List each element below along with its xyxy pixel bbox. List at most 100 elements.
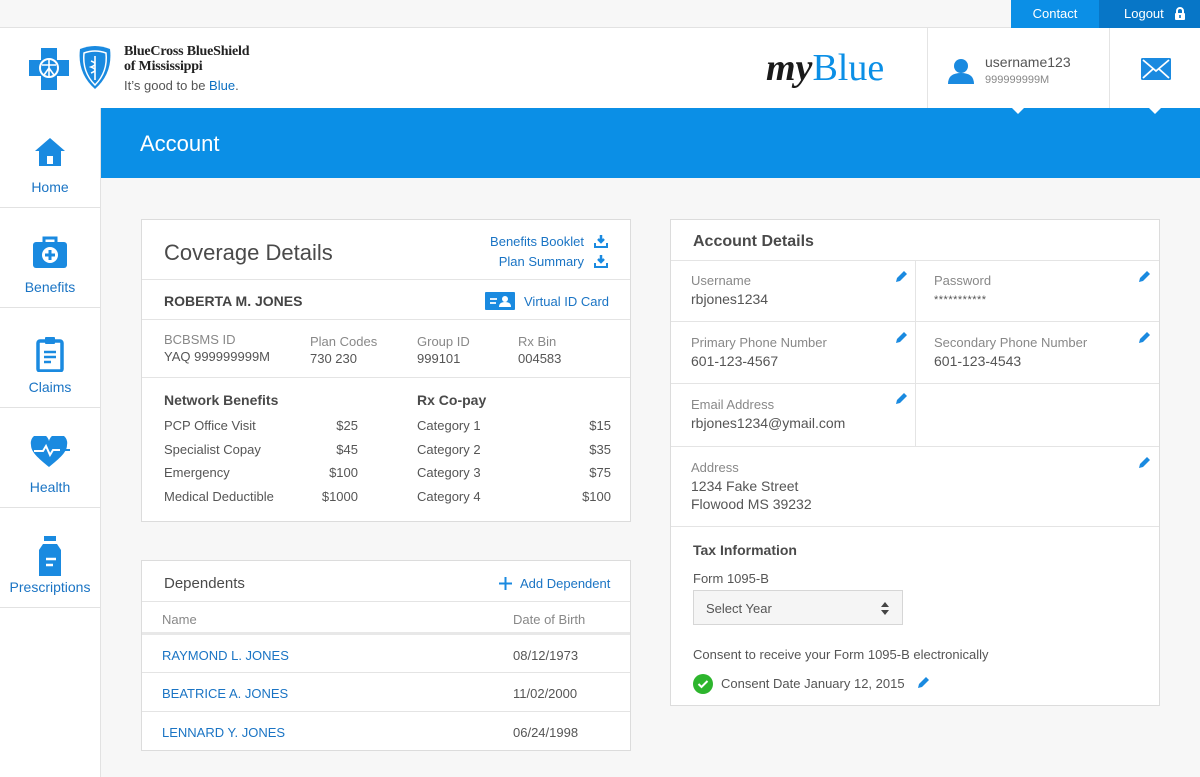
address-line1: 1234 Fake Street [691, 478, 799, 494]
consent-date: Consent Date January 12, 2015 [721, 676, 905, 691]
messages-button[interactable] [1109, 28, 1200, 108]
sort-arrows-icon [881, 602, 889, 615]
pencil-icon[interactable] [917, 676, 930, 689]
pill-bottle-icon [39, 536, 61, 576]
download-icon[interactable] [594, 255, 608, 268]
consent-text: Consent to receive your Form 1095-B elec… [693, 647, 989, 662]
blue-cross-icon [29, 48, 69, 90]
sidebar-item-label: Benefits [24, 279, 76, 295]
rx-category: Category 3 [417, 465, 481, 480]
field-value: *********** [934, 294, 987, 306]
id-value: 999101 [417, 351, 461, 366]
pencil-icon[interactable] [895, 270, 908, 283]
tax-information-section: Tax Information Form 1095-B Select Year … [671, 526, 1159, 706]
logout-button[interactable]: Logout [1099, 0, 1200, 28]
sidebar-item-home[interactable]: Home [0, 108, 100, 208]
dependents-title: Dependents [164, 575, 245, 592]
user-menu[interactable]: username123 999999999M [927, 28, 1110, 108]
sidebar-nav: Home Benefits Claims Health Prescription… [0, 108, 101, 777]
coverage-title: Coverage Details [164, 240, 333, 265]
account-details-card: Account Details Username rbjones1234 Pas… [670, 219, 1160, 706]
bcbs-logo[interactable]: BlueCross BlueShield of Mississippi It’s… [28, 44, 278, 96]
sidebar-item-prescriptions[interactable]: Prescriptions [0, 508, 100, 608]
tagline: It’s good to be Blue. [124, 78, 239, 93]
page-header-band: Account [100, 108, 1200, 178]
dependent-dob: 06/24/1998 [513, 725, 579, 740]
field-label: Primary Phone Number [691, 335, 827, 350]
column-header-name: Name [162, 612, 197, 627]
member-name: ROBERTA M. JONES [164, 293, 303, 309]
id-card-icon[interactable] [485, 292, 515, 310]
field-label: Secondary Phone Number [934, 335, 1088, 350]
dependent-name-link[interactable]: LENNARD Y. JONES [162, 725, 285, 740]
virtual-id-card-link[interactable]: Virtual ID Card [524, 294, 609, 309]
id-value: 730 230 [310, 351, 357, 366]
clipboard-icon [36, 337, 64, 372]
user-menu-pointer [1012, 108, 1024, 114]
add-dependent-button[interactable]: Add Dependent [520, 576, 610, 591]
pencil-icon[interactable] [895, 392, 908, 405]
contact-link[interactable]: Contact [1011, 0, 1099, 28]
benefit-name: PCP Office Visit [164, 418, 256, 433]
column-header-dob: Date of Birth [513, 612, 586, 627]
app-name-my: my [766, 47, 813, 89]
field-value: rbjones1234 [691, 291, 769, 307]
app-name-blue: Blue [812, 47, 885, 89]
username: username123 [985, 54, 1071, 70]
tagline-blue: Blue [209, 78, 236, 93]
year-select[interactable]: Select Year [693, 590, 903, 625]
blue-shield-icon [79, 46, 111, 89]
heartbeat-icon [30, 436, 70, 467]
field-label: Email Address [691, 397, 775, 412]
plan-summary-link[interactable]: Plan Summary [499, 254, 584, 269]
id-value: YAQ 999999999M [164, 349, 270, 364]
id-value: 004583 [518, 351, 562, 366]
id-label: BCBSMS ID [164, 332, 236, 347]
field-label: Username [691, 273, 751, 288]
form-1095b-label: Form 1095-B [693, 571, 769, 586]
dependent-name-link[interactable]: RAYMOND L. JONES [162, 648, 289, 663]
pencil-icon[interactable] [1138, 270, 1151, 283]
rx-category: Category 1 [417, 418, 481, 433]
pencil-icon[interactable] [1138, 456, 1151, 469]
myblue-logo[interactable]: myBlue [766, 46, 884, 90]
field-label: Password [934, 273, 992, 288]
brand-name: BlueCross BlueShield of Mississippi [124, 44, 249, 74]
field-value: rbjones1234@ymail.com [691, 415, 846, 431]
dependents-card: Dependents Add Dependent Name Date of Bi… [141, 560, 631, 751]
field-value: 601-123-4567 [691, 353, 779, 369]
dependent-name-link[interactable]: BEATRICE A. JONES [162, 686, 288, 701]
check-circle-icon [693, 674, 713, 694]
logout-label: Logout [1124, 6, 1164, 21]
benefit-name: Medical Deductible [164, 489, 274, 504]
dependent-dob: 11/02/2000 [513, 686, 578, 701]
benefit-value: $100 [329, 465, 358, 480]
page-title: Account [140, 131, 220, 156]
dependent-dob: 08/12/1973 [513, 648, 579, 663]
user-icon [948, 59, 974, 84]
sidebar-item-label: Prescriptions [9, 579, 91, 595]
tagline-suffix: . [235, 78, 239, 93]
field-label: Address [691, 460, 739, 475]
lock-icon [1175, 7, 1185, 20]
site-header: BlueCross BlueShield of Mississippi It’s… [0, 28, 1200, 108]
plus-icon[interactable] [499, 577, 512, 590]
sidebar-item-health[interactable]: Health [0, 408, 100, 508]
benefits-booklet-link[interactable]: Benefits Booklet [490, 234, 584, 249]
benefit-value: $45 [336, 442, 358, 457]
id-label: Group ID [417, 334, 470, 349]
medical-kit-icon [33, 236, 67, 268]
pencil-icon[interactable] [895, 331, 908, 344]
member-id: 999999999M [985, 74, 1050, 86]
benefit-value: $1000 [321, 489, 358, 504]
tax-information-title: Tax Information [693, 542, 797, 558]
sidebar-item-benefits[interactable]: Benefits [0, 208, 100, 308]
network-benefits-title: Network Benefits [164, 392, 279, 408]
rx-value: $15 [589, 418, 611, 433]
sidebar-item-label: Home [31, 179, 69, 195]
download-icon[interactable] [594, 235, 608, 248]
pencil-icon[interactable] [1138, 331, 1151, 344]
sidebar-item-claims[interactable]: Claims [0, 308, 100, 408]
rx-value: $75 [589, 465, 611, 480]
account-details-title: Account Details [693, 233, 814, 250]
